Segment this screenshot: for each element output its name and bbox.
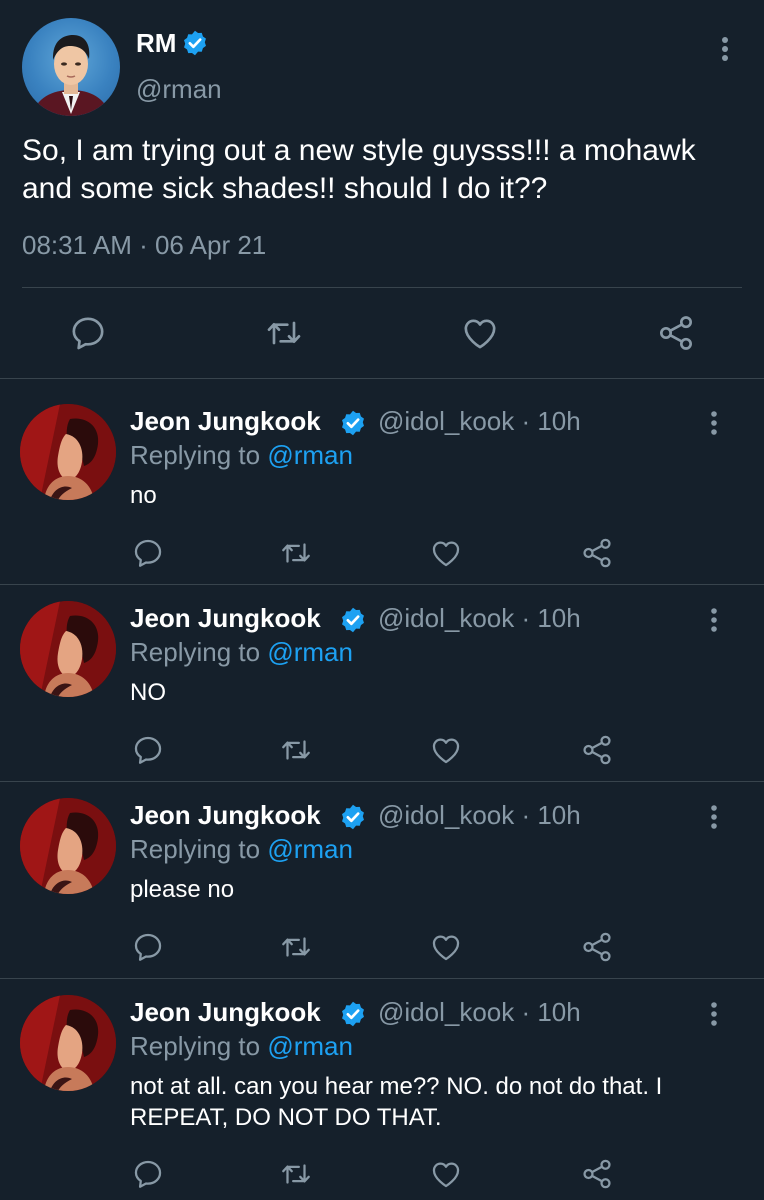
tweet-actions: [0, 731, 764, 771]
share-icon[interactable]: [580, 930, 614, 964]
tweet-actions: [0, 1155, 764, 1195]
divider: [0, 378, 764, 379]
tweet-timestamp[interactable]: 08:31 AM · 06 Apr 21: [22, 230, 266, 261]
handle[interactable]: @rman: [136, 74, 222, 105]
share-icon[interactable]: [580, 536, 614, 570]
display-name[interactable]: RM: [136, 28, 176, 59]
mention-link[interactable]: @rman: [267, 834, 353, 864]
share-icon[interactable]: [656, 313, 696, 353]
more-options-icon[interactable]: [702, 802, 726, 832]
reply-icon[interactable]: [131, 536, 165, 570]
replying-to-label: Replying to: [130, 1031, 268, 1061]
handle-and-time[interactable]: @idol_kook · 10h: [378, 997, 581, 1028]
mention-link[interactable]: @rman: [267, 637, 353, 667]
replying-to: Replying to @rman: [130, 637, 353, 668]
reply-icon[interactable]: [68, 313, 108, 353]
retweet-icon[interactable]: [279, 536, 313, 570]
divider: [22, 287, 742, 288]
tweet-actions: [0, 534, 764, 574]
display-name[interactable]: Jeon Jungkook: [130, 997, 321, 1028]
tweet-text: no: [130, 482, 157, 509]
share-icon[interactable]: [580, 733, 614, 767]
tweet-actions: [0, 928, 764, 968]
tweet-text: NO: [130, 679, 166, 706]
avatar[interactable]: [20, 601, 116, 697]
reply-tweet[interactable]: Jeon Jungkook @idol_kook · 10h Replying …: [0, 577, 764, 781]
reply-icon[interactable]: [131, 1157, 165, 1191]
avatar[interactable]: [20, 995, 116, 1091]
display-name[interactable]: Jeon Jungkook: [130, 800, 321, 831]
like-icon[interactable]: [429, 733, 463, 767]
handle-and-time[interactable]: @idol_kook · 10h: [378, 406, 581, 437]
tweet-text: not at all. can you hear me?? NO. do not…: [130, 1073, 663, 1131]
display-name[interactable]: Jeon Jungkook: [130, 603, 321, 634]
mention-link[interactable]: @rman: [267, 1031, 353, 1061]
retweet-icon[interactable]: [279, 930, 313, 964]
handle-and-time[interactable]: @idol_kook · 10h: [378, 800, 581, 831]
retweet-icon[interactable]: [264, 313, 304, 353]
reply-icon[interactable]: [131, 930, 165, 964]
reply-icon[interactable]: [131, 733, 165, 767]
handle-and-time[interactable]: @idol_kook · 10h: [378, 603, 581, 634]
like-icon[interactable]: [429, 930, 463, 964]
more-options-icon[interactable]: [702, 605, 726, 635]
verified-badge-icon: [342, 410, 364, 436]
verified-badge-icon: [342, 607, 364, 633]
tweet-actions: [0, 305, 764, 361]
retweet-icon[interactable]: [279, 733, 313, 767]
verified-badge-icon: [342, 1001, 364, 1027]
reply-tweet[interactable]: Jeon Jungkook @idol_kook · 10h Replying …: [0, 774, 764, 978]
reply-tweet[interactable]: Jeon Jungkook @idol_kook · 10h Replying …: [0, 971, 764, 1200]
more-options-icon[interactable]: [702, 999, 726, 1029]
replying-to-label: Replying to: [130, 637, 268, 667]
reply-tweet[interactable]: Jeon Jungkook @idol_kook · 10h Replying …: [0, 380, 764, 584]
replying-to: Replying to @rman: [130, 1031, 353, 1062]
main-tweet[interactable]: RM @rman So, I am trying out a new style…: [0, 0, 764, 378]
like-icon[interactable]: [429, 1157, 463, 1191]
more-options-icon[interactable]: [712, 34, 738, 64]
replying-to: Replying to @rman: [130, 834, 353, 865]
share-icon[interactable]: [580, 1157, 614, 1191]
tweet-text: So, I am trying out a new style guysss!!…: [22, 134, 696, 205]
like-icon[interactable]: [460, 313, 500, 353]
replying-to: Replying to @rman: [130, 440, 353, 471]
avatar[interactable]: [22, 18, 120, 116]
display-name[interactable]: Jeon Jungkook: [130, 406, 321, 437]
retweet-icon[interactable]: [279, 1157, 313, 1191]
like-icon[interactable]: [429, 536, 463, 570]
replying-to-label: Replying to: [130, 834, 268, 864]
tweet-text: please no: [130, 876, 235, 903]
replying-to-label: Replying to: [130, 440, 268, 470]
avatar[interactable]: [20, 798, 116, 894]
avatar[interactable]: [20, 404, 116, 500]
verified-badge-icon: [342, 804, 364, 830]
mention-link[interactable]: @rman: [267, 440, 353, 470]
verified-badge-icon: [184, 30, 206, 56]
tweet-thread: RM @rman So, I am trying out a new style…: [0, 0, 764, 1200]
more-options-icon[interactable]: [702, 408, 726, 438]
